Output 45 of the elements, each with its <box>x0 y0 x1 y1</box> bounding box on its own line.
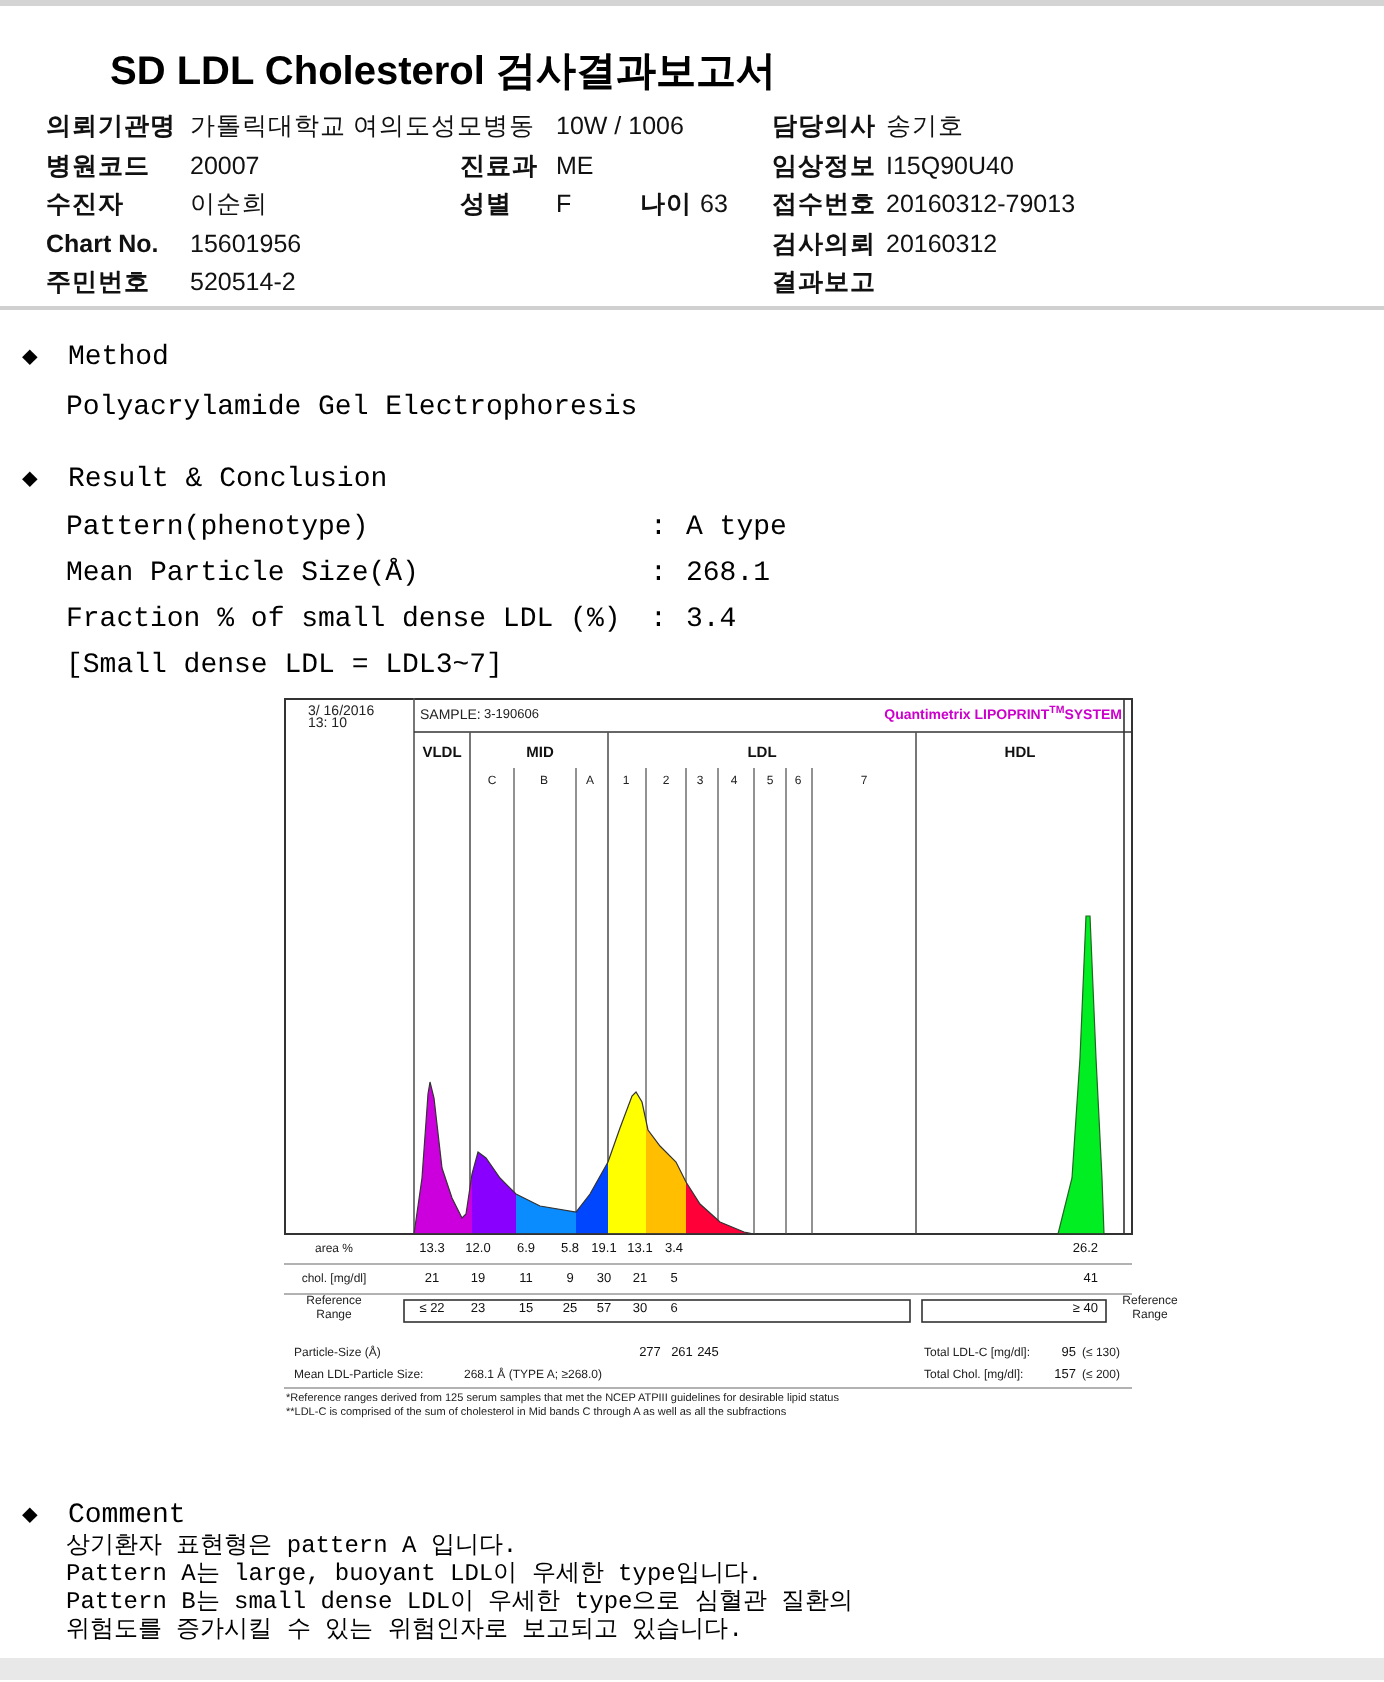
result-value: 3.4 <box>686 602 737 640</box>
field-label: 주민번호 <box>46 266 152 301</box>
field-value: 이순희 <box>190 188 268 223</box>
report-title: SD LDL Cholesterol 검사결과보고서 <box>110 48 776 96</box>
field-label: 성별 <box>460 188 514 223</box>
field-value: I15Q90U40 <box>886 149 1014 184</box>
result-value: A type <box>686 510 787 548</box>
colon-separator: : <box>650 602 669 640</box>
field-label: 결과보고 <box>772 266 878 301</box>
field-value: 63 <box>700 188 728 223</box>
field-label: 임상정보 <box>772 149 878 184</box>
section-heading: Comment <box>68 1497 186 1534</box>
result-label: Mean Particle Size(Å) <box>66 555 421 594</box>
field-label: 의뢰기관명 <box>46 110 178 145</box>
field-value: 20007 <box>190 149 260 184</box>
field-value: 15601956 <box>190 227 302 262</box>
field-value: 20160312-79013 <box>886 188 1076 223</box>
diamond-bullet: ◆ <box>22 461 40 497</box>
result-note: [Small dense LDL = LDL3~7] <box>66 648 503 686</box>
field-label: 병원코드 <box>46 149 152 184</box>
field-value: 20160312 <box>886 227 998 262</box>
field-label: 접수번호 <box>772 188 878 223</box>
field-label: 수진자 <box>46 188 126 223</box>
field-label: 검사의뢰 <box>772 227 878 262</box>
comment-paragraph: 상기환자 표현형은 pattern A 입니다. Pattern A는 large, buoyant LDL이 우세한 type입니다. Pattern B는 small dense LDL이 우세한 type으로 심혈관 질환의 위험도를 증가시킬 수 있는 위험인자로 보고되고 있습니다. <box>66 1531 854 1643</box>
colon-separator: : <box>650 556 669 594</box>
field-value: 520514-2 <box>190 266 296 301</box>
result-label: Pattern(phenotype) <box>66 510 371 548</box>
field-label: 진료과 <box>460 149 540 184</box>
field-value: F <box>556 188 572 223</box>
section-heading: Result & Conclusion <box>68 461 388 499</box>
result-label: Fraction % of small dense LDL (%) <box>66 602 623 640</box>
field-label: Chart No. <box>46 227 161 262</box>
diamond-bullet: ◆ <box>22 1497 40 1533</box>
field-label: 담당의사 <box>772 110 878 145</box>
field-value: 10W / 1006 <box>556 110 684 145</box>
result-value: 268.1 <box>686 556 771 594</box>
field-value: 송기호 <box>886 110 964 145</box>
diamond-bullet: ◆ <box>22 339 40 375</box>
colon-separator: : <box>650 510 669 548</box>
field-value: ME <box>556 149 594 184</box>
field-value: 가톨릭대학교 여의도성모병동 <box>190 110 535 145</box>
field-label: 나이 <box>640 188 694 223</box>
method-text: Polyacrylamide Gel Electrophoresis <box>66 389 638 427</box>
section-heading: Method <box>68 339 169 377</box>
